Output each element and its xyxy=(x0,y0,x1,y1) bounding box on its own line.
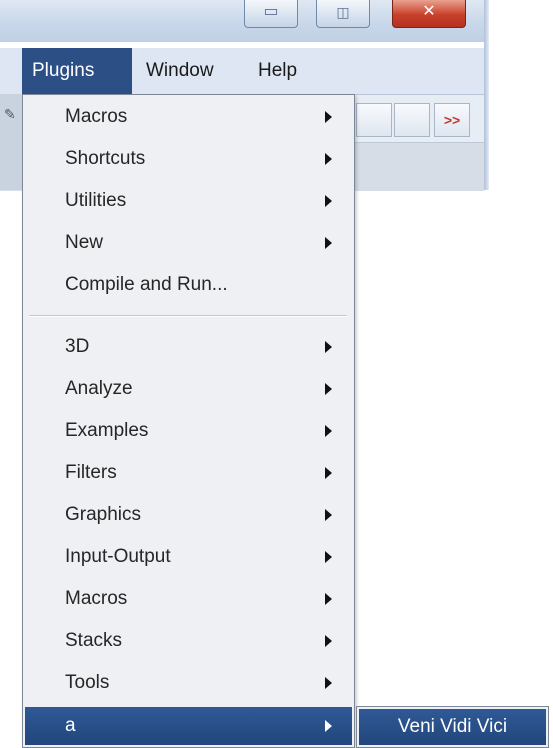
minimize-button[interactable]: ▭ xyxy=(244,0,298,28)
maximize-icon: ◫ xyxy=(336,4,350,20)
menu-item-compile-and-run[interactable]: Compile and Run... xyxy=(23,264,354,306)
menu-item-label: Utilities xyxy=(65,190,127,211)
menu-item-label: Tools xyxy=(65,672,110,693)
menu-item-label: a xyxy=(65,715,76,736)
submenu-arrow-icon xyxy=(325,195,332,207)
menu-item-label: Examples xyxy=(65,420,149,441)
menu-item-macros[interactable]: Macros xyxy=(23,96,354,138)
double-chevron-right-icon: >> xyxy=(443,112,461,128)
menu-item-analyze[interactable]: Analyze xyxy=(23,368,354,410)
menu-item-stacks[interactable]: Stacks xyxy=(23,620,354,662)
window-left-edge: ✎ xyxy=(0,94,22,190)
menu-bar: Plugins Window Help xyxy=(0,48,484,94)
menu-item-label: Filters xyxy=(65,462,117,483)
menu-item-label: Input-Output xyxy=(65,546,171,567)
submenu-arrow-icon xyxy=(325,341,332,353)
minimize-icon: ▭ xyxy=(263,3,279,20)
menu-window[interactable]: Window xyxy=(136,48,240,94)
menu-item-shortcuts[interactable]: Shortcuts xyxy=(23,138,354,180)
menu-item-utilities[interactable]: Utilities xyxy=(23,180,354,222)
submenu-a: Veni Vidi Vici xyxy=(356,706,549,748)
menu-help[interactable]: Help xyxy=(248,48,318,94)
menu-item-label: Analyze xyxy=(65,378,133,399)
submenu-arrow-icon xyxy=(325,720,332,732)
menu-item-filters[interactable]: Filters xyxy=(23,452,354,494)
maximize-button[interactable]: ◫ xyxy=(316,0,370,28)
toolbar-button[interactable] xyxy=(356,103,392,137)
submenu-arrow-icon xyxy=(325,425,332,437)
menu-item-label: Macros xyxy=(65,588,128,609)
close-icon: ✕ xyxy=(422,3,436,20)
menu-item-label: Veni Vidi Vici xyxy=(397,716,508,737)
menu-item-new[interactable]: New xyxy=(23,222,354,264)
submenu-arrow-icon xyxy=(325,593,332,605)
submenu-arrow-icon xyxy=(325,551,332,563)
menu-item-macros-plugins[interactable]: Macros xyxy=(23,578,354,620)
window-border xyxy=(484,0,489,190)
submenu-arrow-icon xyxy=(325,383,332,395)
plugins-dropdown-menu: Macros Shortcuts Utilities New Compile a… xyxy=(22,94,355,748)
submenu-arrow-icon xyxy=(325,635,332,647)
menu-item-label: Shortcuts xyxy=(65,148,146,169)
menu-item-label: New xyxy=(65,232,104,253)
toolbar-more-button[interactable]: >> xyxy=(434,103,470,137)
menu-item-label: Compile and Run... xyxy=(65,274,228,295)
menu-separator xyxy=(29,315,347,317)
menu-item-a[interactable]: a xyxy=(25,707,352,745)
menu-item-tools[interactable]: Tools xyxy=(23,662,354,704)
submenu-arrow-icon xyxy=(325,237,332,249)
toolbar-button[interactable] xyxy=(394,103,430,137)
menu-plugins[interactable]: Plugins xyxy=(22,48,132,94)
menu-item-examples[interactable]: Examples xyxy=(23,410,354,452)
menu-item-label: 3D xyxy=(65,336,90,357)
submenu-arrow-icon xyxy=(325,153,332,165)
menu-item-label: Graphics xyxy=(65,504,142,525)
tool-icon: ✎ xyxy=(4,106,16,122)
submenu-arrow-icon xyxy=(325,677,332,689)
menu-item-input-output[interactable]: Input-Output xyxy=(23,536,354,578)
submenu-arrow-icon xyxy=(325,111,332,123)
menu-item-3d[interactable]: 3D xyxy=(23,326,354,368)
menu-item-label: Macros xyxy=(65,106,128,127)
menu-item-veni-vidi-vici[interactable]: Veni Vidi Vici xyxy=(359,709,546,745)
menu-item-label: Stacks xyxy=(65,630,123,651)
close-button[interactable]: ✕ xyxy=(392,0,466,28)
submenu-arrow-icon xyxy=(325,467,332,479)
menu-item-graphics[interactable]: Graphics xyxy=(23,494,354,536)
submenu-arrow-icon xyxy=(325,509,332,521)
